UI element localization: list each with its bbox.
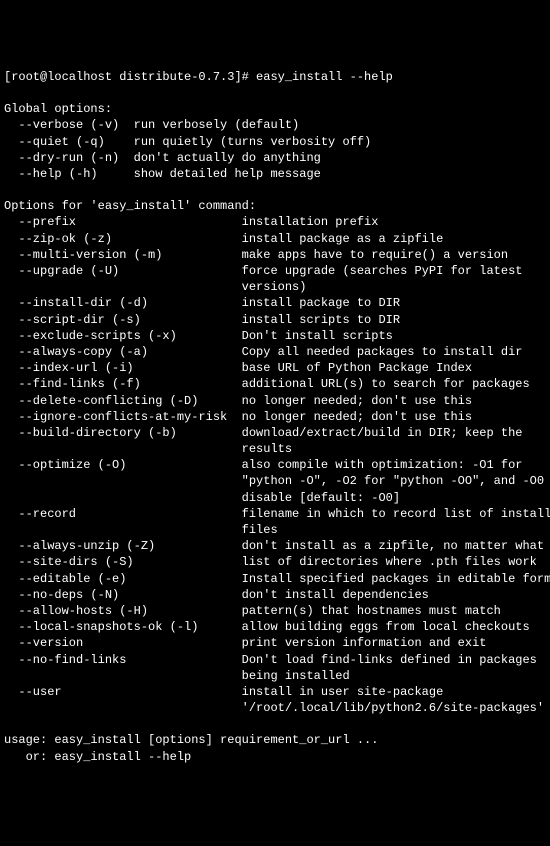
- terminal-output: [root@localhost distribute-0.7.3]# easy_…: [4, 69, 546, 765]
